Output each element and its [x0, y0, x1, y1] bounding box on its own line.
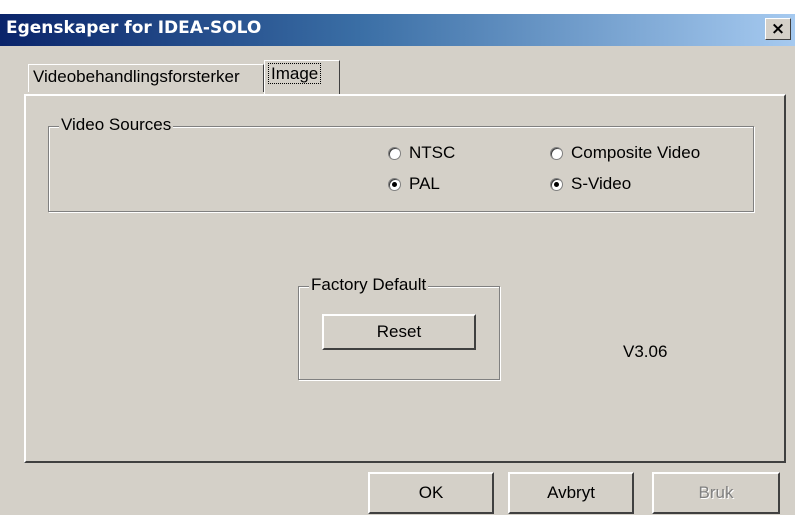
tab-label: Videobehandlingsforsterker — [33, 67, 240, 86]
tab-videobehandlingsforsterker[interactable]: Videobehandlingsforsterker — [28, 64, 264, 92]
window-title: Egenskaper for IDEA-SOLO — [6, 18, 262, 38]
radio-label: Composite Video — [571, 143, 701, 162]
cancel-button[interactable]: Avbryt — [508, 472, 634, 514]
reset-button[interactable]: Reset — [322, 314, 476, 350]
radio-circle-icon — [388, 177, 401, 191]
version-label: V3.06 — [623, 342, 668, 361]
title-bar: Egenskaper for IDEA-SOLO × — [0, 14, 795, 46]
properties-dialog: Egenskaper for IDEA-SOLO × Videobehandli… — [0, 14, 795, 515]
factory-default-legend: Factory Default — [309, 275, 429, 295]
ok-button[interactable]: OK — [368, 472, 494, 514]
tab-image[interactable]: Image — [264, 60, 340, 94]
radio-s-video[interactable]: S-Video — [550, 174, 631, 194]
radio-circle-icon — [550, 177, 563, 191]
tab-panel-image: Video Sources NTSC PAL Composite Video S… — [24, 94, 786, 463]
radio-ntsc[interactable]: NTSC — [388, 143, 455, 163]
video-sources-group: Video Sources — [48, 115, 754, 212]
close-button[interactable]: × — [765, 18, 791, 40]
radio-circle-icon — [550, 146, 563, 160]
radio-pal[interactable]: PAL — [388, 174, 440, 194]
radio-label: PAL — [409, 174, 440, 193]
radio-label: S-Video — [571, 174, 632, 193]
apply-button[interactable]: Bruk — [652, 472, 780, 514]
radio-label: NTSC — [409, 143, 456, 162]
tab-label: Image — [268, 63, 322, 84]
video-sources-legend: Video Sources — [59, 115, 174, 135]
radio-circle-icon — [388, 146, 401, 160]
radio-composite-video[interactable]: Composite Video — [550, 143, 700, 163]
